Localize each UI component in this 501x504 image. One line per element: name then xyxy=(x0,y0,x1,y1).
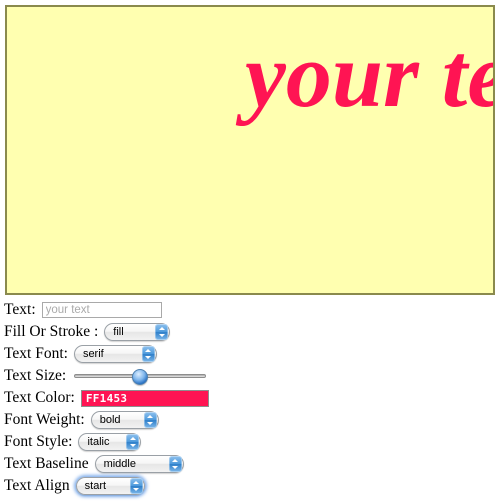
slider-thumb[interactable] xyxy=(132,369,149,385)
fill-or-stroke-select[interactable]: fill xyxy=(104,323,171,341)
text-font-value: serif xyxy=(82,348,104,360)
row-text-color: Text Color: FF1453 xyxy=(0,387,501,409)
font-weight-value: bold xyxy=(99,414,121,426)
label-text-font: Text Font: xyxy=(4,345,68,363)
label-text-align: Text Align xyxy=(4,477,70,495)
stepper-arrows-icon[interactable] xyxy=(168,456,182,472)
fill-or-stroke-value: fill xyxy=(113,326,124,338)
label-font-style: Font Style: xyxy=(4,433,73,451)
stepper-arrows-icon[interactable] xyxy=(126,434,140,450)
text-color-input[interactable]: FF1453 xyxy=(80,389,209,407)
row-text: Text: xyxy=(0,299,501,321)
row-text-baseline: Text Baseline middle xyxy=(0,453,501,475)
font-style-select[interactable]: italic xyxy=(78,433,142,451)
font-style-value: italic xyxy=(87,436,110,448)
row-font-style: Font Style: italic xyxy=(0,431,501,453)
stepper-arrows-icon[interactable] xyxy=(141,346,155,362)
text-color-hex-value: FF1453 xyxy=(85,391,128,405)
text-align-value: start xyxy=(84,480,107,492)
row-fill-or-stroke: Fill Or Stroke : fill xyxy=(0,321,501,343)
canvas-rendered-text: your text xyxy=(245,24,493,126)
text-input[interactable] xyxy=(41,302,162,318)
controls-form: Text: Fill Or Stroke : fill Text Font: s… xyxy=(0,299,501,497)
text-size-slider[interactable] xyxy=(74,368,207,385)
row-text-align: Text Align start xyxy=(0,475,501,497)
text-align-select[interactable]: start xyxy=(75,477,145,495)
label-text: Text: xyxy=(4,301,36,319)
font-weight-select[interactable]: bold xyxy=(90,411,159,429)
row-text-size: Text Size: xyxy=(0,365,501,387)
text-baseline-value: middle xyxy=(103,458,136,470)
stepper-arrows-icon[interactable] xyxy=(129,478,143,494)
text-preview-canvas[interactable]: your text xyxy=(5,5,495,295)
stepper-arrows-icon[interactable] xyxy=(155,324,169,340)
text-font-select[interactable]: serif xyxy=(73,345,157,363)
label-text-baseline: Text Baseline xyxy=(4,455,89,473)
label-text-size: Text Size: xyxy=(4,367,67,385)
label-fill-or-stroke: Fill Or Stroke : xyxy=(4,323,99,341)
label-text-color: Text Color: xyxy=(4,389,75,407)
stepper-arrows-icon[interactable] xyxy=(143,412,157,428)
row-font-weight: Font Weight: bold xyxy=(0,409,501,431)
label-font-weight: Font Weight: xyxy=(4,411,85,429)
row-text-font: Text Font: serif xyxy=(0,343,501,365)
text-baseline-select[interactable]: middle xyxy=(94,455,184,473)
